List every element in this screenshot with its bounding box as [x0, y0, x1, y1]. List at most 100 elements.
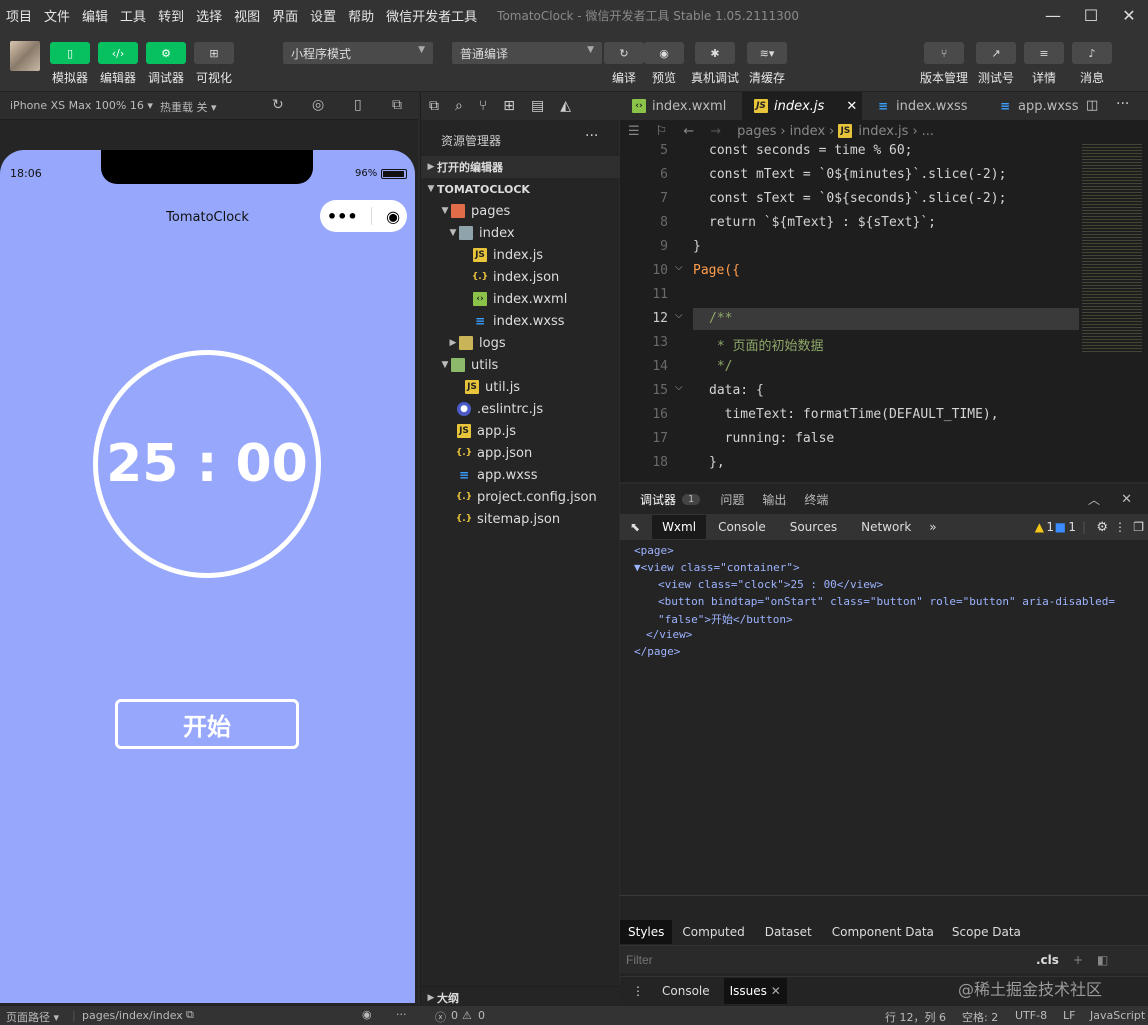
wxml-node[interactable]: "false">开始</button>	[658, 611, 793, 627]
tree-file-index-wxml[interactable]: ‹› index.wxml	[421, 288, 620, 310]
code-line[interactable]: const mText = `0${minutes}`.slice(-2);	[709, 167, 1006, 182]
tree-file-index-wxss[interactable]: ≡ index.wxss	[421, 310, 620, 332]
devtools-tab-console[interactable]: Console	[718, 520, 766, 534]
version-button[interactable]: ⑂	[924, 42, 964, 64]
tree-file-app-js[interactable]: JS app.js	[421, 420, 620, 442]
docker-icon[interactable]: ◭	[560, 98, 571, 114]
devtools-tab-sources[interactable]: Sources	[790, 520, 837, 534]
start-button[interactable]: 开始	[115, 699, 299, 749]
project-section[interactable]: ▼ TOMATOCLOCK	[421, 178, 620, 200]
maximize-icon[interactable]: ☐	[1072, 6, 1110, 25]
indentation[interactable]: 空格: 2	[962, 1009, 998, 1025]
drawer-tab-console[interactable]: Console	[662, 984, 710, 998]
files-icon[interactable]: ⧉	[429, 98, 439, 114]
wxml-node[interactable]: <page>	[634, 544, 674, 557]
compile-button[interactable]: ↻	[604, 42, 644, 64]
list-icon[interactable]: ☰	[628, 124, 640, 139]
code-line[interactable]: Page({	[693, 263, 740, 278]
tree-file-util-js[interactable]: JS util.js	[421, 376, 620, 398]
dock-icon[interactable]: ❐	[1133, 520, 1144, 534]
extensions-icon[interactable]: ⊞	[503, 98, 515, 114]
menu-item-select[interactable]: 选择	[190, 6, 228, 25]
cls-toggle[interactable]: .cls	[1036, 953, 1059, 967]
details-button[interactable]: ≡	[1024, 42, 1064, 64]
more-icon[interactable]: ···	[396, 1008, 407, 1021]
tree-folder-utils[interactable]: ▼ utils	[421, 354, 620, 376]
more-icon[interactable]: ···	[585, 128, 598, 144]
more-icon[interactable]: ···	[1116, 96, 1129, 112]
mode-select[interactable]: 小程序模式 ▼	[283, 42, 433, 64]
cursor-position[interactable]: 行 12，列 6	[885, 1009, 946, 1025]
breadcrumb-item[interactable]: index.js	[858, 124, 908, 139]
tree-folder-index[interactable]: ▼ index	[421, 222, 620, 244]
tree-file-project-config[interactable]: {.} project.config.json	[421, 486, 620, 508]
fold-chevron-icon[interactable]: ⌵	[675, 382, 683, 393]
tree-file-sitemap[interactable]: {.} sitemap.json	[421, 508, 620, 530]
breadcrumb-item[interactable]: index	[790, 124, 826, 139]
split-editor-icon[interactable]: ◫	[1086, 98, 1098, 113]
visual-toggle-button[interactable]: ⊞	[194, 42, 234, 64]
code-line[interactable]: * 页面的初始数据	[709, 335, 824, 354]
preview-button[interactable]: ◉	[644, 42, 684, 64]
kebab-menu-icon[interactable]: ⋮	[1114, 520, 1126, 534]
simulator-toggle-button[interactable]: ▯	[50, 42, 90, 64]
close-icon[interactable]: ✕	[771, 984, 781, 998]
encoding[interactable]: UTF-8	[1015, 1009, 1047, 1022]
code-line[interactable]: */	[709, 359, 733, 374]
close-tab-icon[interactable]: ✕	[846, 99, 857, 114]
wxml-node[interactable]: <button bindtap="onStart" class="button"…	[658, 595, 1115, 608]
rotate-icon[interactable]: ↻	[272, 97, 284, 113]
close-icon[interactable]: ✕	[1110, 6, 1148, 25]
styles-filter-input[interactable]	[626, 952, 1036, 967]
fold-chevron-icon[interactable]: ⌵	[675, 310, 683, 321]
clear-cache-button[interactable]: ≋▾	[747, 42, 787, 64]
device-select[interactable]: iPhone XS Max 100% 16 ▾	[10, 99, 153, 112]
menu-item-goto[interactable]: 转到	[152, 6, 190, 25]
code-line[interactable]: timeText: formatTime(DEFAULT_TIME),	[709, 407, 999, 422]
debug-tab-output[interactable]: 输出	[762, 491, 786, 508]
stop-icon[interactable]: ◎	[312, 97, 324, 113]
inspect-icon[interactable]: ⬉	[630, 520, 640, 534]
menu-item-edit[interactable]: 编辑	[76, 6, 114, 25]
wxml-node[interactable]: ▼<view class="container">	[634, 561, 800, 574]
debugger-toggle-button[interactable]: ⚙	[146, 42, 186, 64]
search-icon[interactable]: ⌕	[455, 98, 463, 114]
debug-tab-terminal[interactable]: 终端	[804, 491, 828, 508]
fold-chevron-icon[interactable]: ⌵	[675, 262, 683, 273]
end-of-line[interactable]: LF	[1063, 1009, 1075, 1022]
sidebar-toggle-icon[interactable]: ◧	[1097, 953, 1108, 967]
tree-file-app-json[interactable]: {.} app.json	[421, 442, 620, 464]
forward-arrow-icon[interactable]: →	[710, 124, 721, 139]
page-path-select[interactable]: 页面路径 ▾	[6, 1009, 59, 1025]
tree-folder-pages[interactable]: ▼ pages	[421, 200, 620, 222]
menu-item-tools[interactable]: 工具	[114, 6, 152, 25]
editor-toggle-button[interactable]: ‹/›	[98, 42, 138, 64]
hot-reload-select[interactable]: 热重载 关 ▾	[160, 99, 217, 115]
git-icon[interactable]: ⑂	[479, 98, 487, 114]
debug-tab-debugger[interactable]: 调试器	[640, 491, 676, 508]
code-line[interactable]: running: false	[709, 431, 835, 446]
breadcrumb-item[interactable]: pages	[737, 124, 776, 139]
tree-file-eslintrc[interactable]: ● .eslintrc.js	[421, 398, 620, 420]
devtools-tab-network[interactable]: Network	[861, 520, 911, 534]
test-account-button[interactable]: ↗	[976, 42, 1016, 64]
minimize-icon[interactable]: —	[1034, 6, 1072, 25]
remote-debug-button[interactable]: ✱	[695, 42, 735, 64]
compile-select[interactable]: 普通编译 ▼	[452, 42, 602, 64]
tab-index-wxml[interactable]: ‹› index.wxml	[620, 92, 740, 120]
menu-item-interface[interactable]: 界面	[266, 6, 304, 25]
close-icon[interactable]: ✕	[1121, 492, 1132, 507]
styles-tab-dataset[interactable]: Dataset	[765, 925, 812, 939]
debug-tab-problems[interactable]: 问题	[720, 491, 744, 508]
tree-file-app-wxss[interactable]: ≡ app.wxss	[421, 464, 620, 486]
wxml-node[interactable]: </view>	[646, 628, 692, 641]
copy-icon[interactable]: ⧉	[186, 1008, 194, 1022]
code-line[interactable]: return `${mText} : ${sText}`;	[709, 215, 936, 230]
tree-file-index-js[interactable]: JS index.js	[421, 244, 620, 266]
styles-tab-computed[interactable]: Computed	[682, 925, 744, 939]
code-line[interactable]: const seconds = time % 60;	[709, 143, 913, 158]
code-line[interactable]: /**	[709, 311, 732, 326]
menu-item-project[interactable]: 项目	[0, 6, 38, 25]
tab-index-wxss[interactable]: ≡ index.wxss	[864, 92, 984, 120]
styles-tab-styles[interactable]: Styles	[620, 920, 673, 944]
